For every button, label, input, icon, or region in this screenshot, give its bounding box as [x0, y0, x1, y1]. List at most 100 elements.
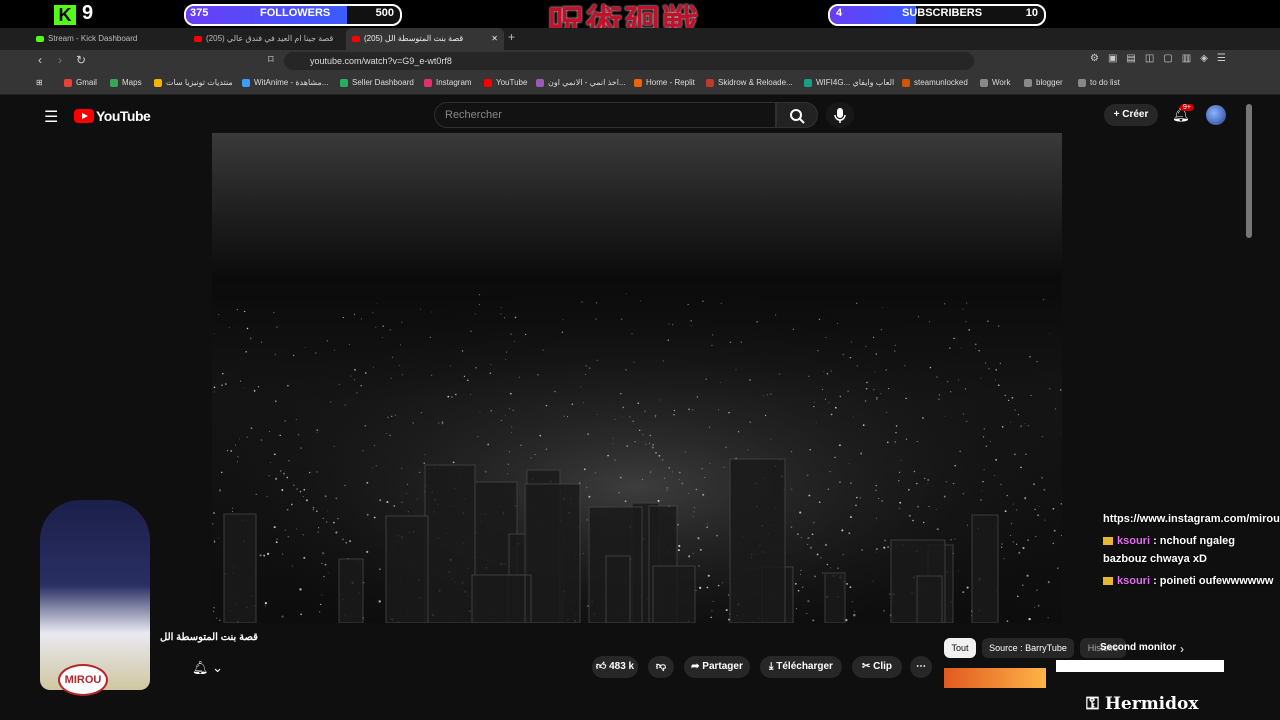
- crown-icon: [1103, 577, 1113, 586]
- tab-close-icon[interactable]: ✕: [491, 28, 498, 50]
- clip-label: Clip: [873, 661, 893, 672]
- favicon-icon: [340, 78, 348, 87]
- favicon-icon: [634, 78, 642, 87]
- reload-icon[interactable]: ↻: [76, 53, 86, 67]
- bookmark-label: Skidrow & Reloade...: [718, 78, 793, 87]
- kick-favicon-icon: [36, 35, 44, 42]
- video-player[interactable]: [212, 133, 1062, 623]
- watermark-text: Hermidox: [1104, 694, 1199, 714]
- search-input[interactable]: Rechercher: [434, 102, 776, 128]
- favicon-icon: [706, 78, 714, 87]
- followers-goal: 500: [375, 7, 394, 19]
- dislike-button[interactable]: 👎︎: [648, 656, 674, 678]
- bookmark-label: Home - Replit: [646, 78, 695, 87]
- bookmark-icon[interactable]: ⌑: [268, 53, 274, 66]
- favicon-icon: [64, 78, 72, 87]
- bookmark-item[interactable]: Maps: [110, 72, 142, 94]
- bookmark-item[interactable]: YouTube: [484, 72, 527, 94]
- bookmark-label: Maps: [122, 78, 142, 87]
- watermark: ⚿ Hermidox: [1086, 694, 1199, 714]
- youtube-logo[interactable]: YouTube: [74, 107, 151, 125]
- followers-current: 375: [190, 7, 209, 19]
- download-label: Télécharger: [776, 661, 833, 672]
- subscribe-bell-icon[interactable]: 🔔︎ ⌄: [192, 660, 223, 676]
- bookmark-item[interactable]: steamunlocked: [902, 72, 968, 94]
- bookmark-label: steamunlocked: [914, 78, 968, 87]
- plus-icon: +: [1113, 109, 1123, 120]
- bookmark-label: Gmail: [76, 78, 97, 87]
- second-monitor-label: Second monitor: [1100, 642, 1177, 653]
- chat-text: https://www.instagram.com/mirou0099/: [1103, 513, 1280, 525]
- youtube-play-icon: [74, 108, 94, 123]
- tab-youtube-active[interactable]: (205) قصة بنت المتوسطة الل ✕: [346, 28, 504, 50]
- stream-chat: https://www.instagram.com/mirou0099/ kso…: [1103, 510, 1280, 590]
- bookmark-label: to do list: [1090, 78, 1120, 87]
- avatar[interactable]: [1206, 105, 1226, 125]
- favicon-icon: [154, 78, 162, 87]
- tab-label: (205) قصة بنت المتوسطة الل: [364, 34, 464, 43]
- folder-icon: [980, 78, 988, 87]
- bookmark-label: WIFI4G... العاب وايفاي: [816, 78, 895, 87]
- recommended-thumbnail[interactable]: [944, 668, 1046, 688]
- video-title: قصة بنت المتوسطة الل: [160, 632, 258, 643]
- chat-text: poineti oufewwwwww: [1159, 575, 1274, 587]
- page-scrollbar[interactable]: [1246, 104, 1252, 238]
- streamer-badge: MIROU: [58, 664, 108, 696]
- bookmark-label: WitAnime - مشاهدة...: [254, 78, 329, 87]
- bookmark-label: blogger: [1036, 78, 1063, 87]
- like-button[interactable]: 👍︎ 483 k: [592, 656, 638, 678]
- chevron-right-icon[interactable]: ›: [1180, 642, 1184, 656]
- bookmark-item[interactable]: to do list: [1078, 72, 1120, 94]
- favicon-icon: [242, 78, 250, 87]
- search-icon: [790, 109, 805, 124]
- tab-label: (205) قصة جينا ام العيد في فندق عالي: [206, 34, 334, 43]
- forward-icon[interactable]: ›: [58, 53, 62, 67]
- bookmark-item[interactable]: WIFI4G... العاب وايفاي: [804, 72, 894, 94]
- extension-icons[interactable]: ⚙▣▤◫▢▥◈☰: [1090, 53, 1235, 64]
- tab-label: Stream - Kick Dashboard: [48, 34, 138, 43]
- address-bar[interactable]: youtube.com/watch?v=G9_e-wt0rf8: [284, 52, 974, 70]
- menu-icon[interactable]: ☰: [44, 107, 58, 127]
- bookmark-item[interactable]: Work: [980, 72, 1011, 94]
- subscribers-current: 4: [836, 7, 843, 19]
- new-tab-icon[interactable]: +: [508, 30, 515, 44]
- bookmark-item[interactable]: اخذ انمي - الانمي اون...: [536, 72, 626, 94]
- search-button[interactable]: [776, 102, 818, 128]
- youtube-favicon-icon: [194, 35, 202, 42]
- bookmark-item[interactable]: Instagram: [424, 72, 472, 94]
- kick-viewer-count: 9: [82, 2, 94, 24]
- bookmark-item[interactable]: Home - Replit: [634, 72, 695, 94]
- favicon-icon: [804, 78, 812, 87]
- chat-message: ksouri : nchouf ngaleg bazbouz chwaya xD: [1103, 535, 1235, 565]
- youtube-favicon-icon: [352, 35, 360, 42]
- more-actions-button[interactable]: ⋯: [910, 656, 932, 678]
- chat-message: ksouri : poineti oufewwwwww: [1103, 572, 1275, 590]
- notification-badge: 9+: [1180, 104, 1194, 111]
- bookmark-item[interactable]: blogger: [1024, 72, 1063, 94]
- bookmark-label: YouTube: [496, 78, 528, 87]
- bookmark-label: Seller Dashboard: [352, 78, 414, 87]
- share-button[interactable]: ➦ Partager: [684, 656, 750, 678]
- clip-button[interactable]: ✂ Clip: [852, 656, 902, 678]
- bookmark-item[interactable]: Seller Dashboard: [340, 72, 414, 94]
- bookmark-label: اخذ انمي - الانمي اون...: [548, 78, 626, 87]
- back-icon[interactable]: ‹: [38, 53, 42, 67]
- subscribers-label: SUBSCRIBERS: [902, 7, 983, 19]
- key-icon: ⚿: [1086, 694, 1105, 714]
- bookmark-label: منتديات تونيزيا سات: [166, 78, 233, 87]
- bookmark-item[interactable]: Skidrow & Reloade...: [706, 72, 793, 94]
- vtuber-avatar: [40, 500, 150, 690]
- download-button[interactable]: ⤓ Télécharger: [760, 656, 842, 678]
- tab-youtube-1[interactable]: (205) قصة جينا ام العيد في فندق عالي: [194, 28, 344, 50]
- chip-all[interactable]: Tout: [944, 638, 976, 658]
- bookmark-item[interactable]: Gmail: [64, 72, 97, 94]
- bookmark-item[interactable]: WitAnime - مشاهدة...: [242, 72, 328, 94]
- apps-grid-icon[interactable]: ⊞: [36, 72, 43, 94]
- chat-user: ksouri: [1117, 575, 1151, 587]
- bookmark-item[interactable]: منتديات تونيزيا سات: [154, 72, 233, 94]
- like-count: 483 k: [609, 661, 635, 672]
- chip-source[interactable]: Source : BarryTube: [982, 638, 1074, 658]
- create-button[interactable]: + Créer: [1104, 104, 1158, 126]
- voice-search-button[interactable]: [826, 102, 854, 128]
- tab-kick-dashboard[interactable]: Stream - Kick Dashboard: [36, 28, 186, 50]
